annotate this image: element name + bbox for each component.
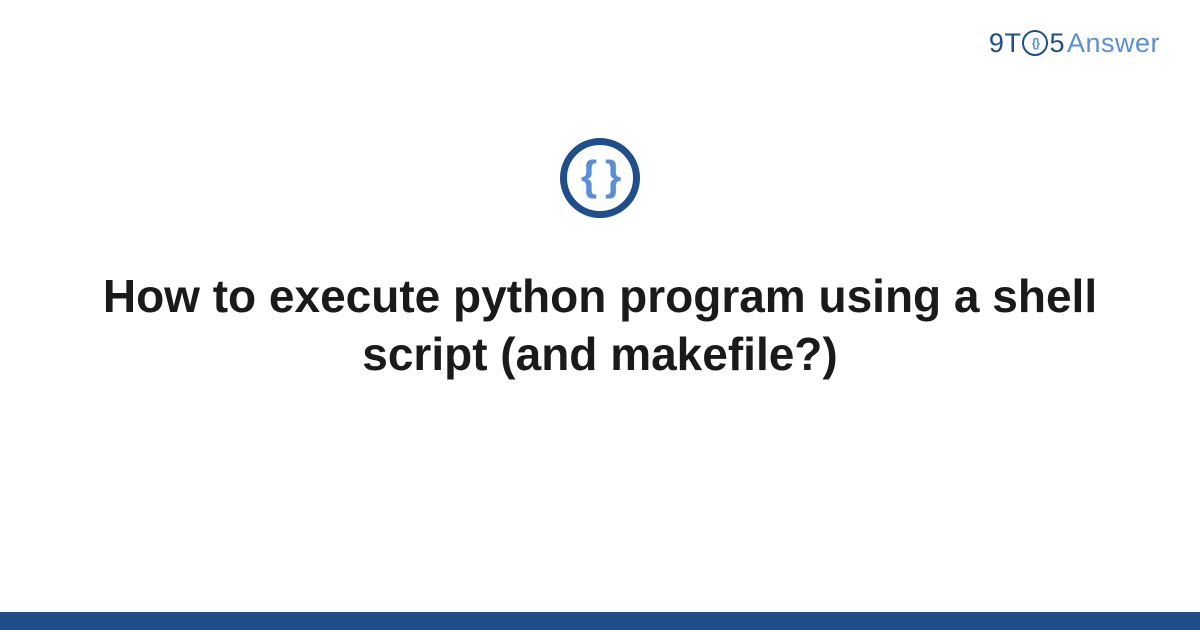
logo-o-braces: {} — [1032, 36, 1039, 50]
question-title: How to execute python program using a sh… — [0, 268, 1200, 383]
code-braces-icon: { } — [560, 138, 640, 218]
logo-o-circle: {} — [1022, 30, 1048, 56]
braces-glyph: { } — [581, 155, 619, 197]
logo-text-answer: Answer — [1067, 28, 1160, 59]
footer-accent-bar — [0, 612, 1200, 630]
site-logo: 9T {} 5 Answer — [989, 28, 1160, 59]
logo-text-5: 5 — [1049, 28, 1065, 59]
logo-text-9t: 9T — [989, 28, 1022, 59]
